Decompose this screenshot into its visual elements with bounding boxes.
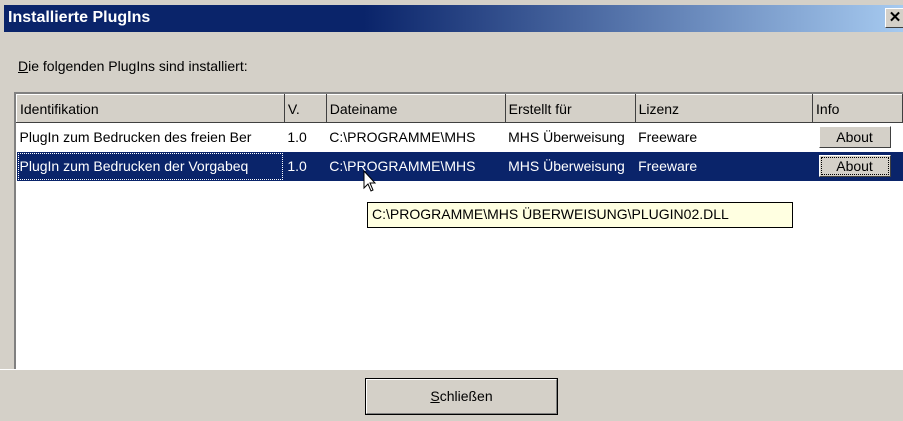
table-row-selected[interactable]: PlugIn zum Bedrucken der Vorgabeq 1.0 C:… bbox=[16, 151, 903, 181]
cell-identifikation: PlugIn zum Bedrucken des freien Ber bbox=[16, 122, 285, 152]
column-header-version[interactable]: V. bbox=[283, 94, 327, 123]
intro-label: Die folgenden PlugIns sind installiert: bbox=[18, 58, 248, 74]
close-icon[interactable]: ✕ bbox=[885, 8, 903, 28]
filename-tooltip: C:\PROGRAMME\MHS ÜBERWEISUNG\PLUGIN02.DL… bbox=[367, 202, 793, 228]
table-header: Identifikation V. Dateiname Erstellt für… bbox=[16, 94, 903, 123]
column-header-identifikation[interactable]: Identifikation bbox=[16, 94, 285, 123]
plugins-table: Identifikation V. Dateiname Erstellt für… bbox=[16, 94, 903, 181]
title-bar[interactable]: Installierte PlugIns ✕ bbox=[4, 5, 903, 32]
column-header-dateiname[interactable]: Dateiname bbox=[325, 94, 506, 123]
about-button[interactable]: About bbox=[818, 155, 891, 177]
close-button[interactable]: Schließen bbox=[365, 378, 558, 415]
intro-mnemonic: D bbox=[18, 58, 29, 74]
intro-text: ie folgenden PlugIns sind installiert: bbox=[28, 58, 248, 74]
cell-info: About bbox=[812, 122, 903, 152]
column-header-info[interactable]: Info bbox=[812, 94, 903, 123]
cell-info: About bbox=[812, 151, 903, 181]
plugins-dialog: Installierte PlugIns ✕ Die folgenden Plu… bbox=[0, 0, 903, 421]
cell-lizenz: Freeware bbox=[635, 151, 813, 181]
separator bbox=[0, 369, 903, 370]
cell-dateiname: C:\PROGRAMME\MHS bbox=[326, 122, 506, 152]
column-header-erstellt-fuer[interactable]: Erstellt für bbox=[504, 94, 636, 123]
plugins-list[interactable]: Identifikation V. Dateiname Erstellt für… bbox=[14, 92, 903, 369]
cell-dateiname: C:\PROGRAMME\MHS bbox=[326, 151, 506, 181]
close-label: chließen bbox=[439, 388, 493, 404]
arrow-pointer-icon bbox=[363, 170, 377, 192]
table-row[interactable]: PlugIn zum Bedrucken des freien Ber 1.0 … bbox=[16, 122, 903, 152]
cell-erstellt-fuer: MHS Überweisung bbox=[505, 151, 636, 181]
cell-version: 1.0 bbox=[284, 122, 327, 152]
cell-erstellt-fuer: MHS Überweisung bbox=[505, 122, 636, 152]
cell-lizenz: Freeware bbox=[635, 122, 813, 152]
close-mnemonic: S bbox=[430, 388, 440, 404]
cell-identifikation: PlugIn zum Bedrucken der Vorgabeq bbox=[16, 151, 285, 181]
cell-version: 1.0 bbox=[284, 151, 327, 181]
window-title: Installierte PlugIns bbox=[8, 9, 151, 26]
column-header-lizenz[interactable]: Lizenz bbox=[634, 94, 814, 123]
about-button[interactable]: About bbox=[818, 126, 891, 148]
